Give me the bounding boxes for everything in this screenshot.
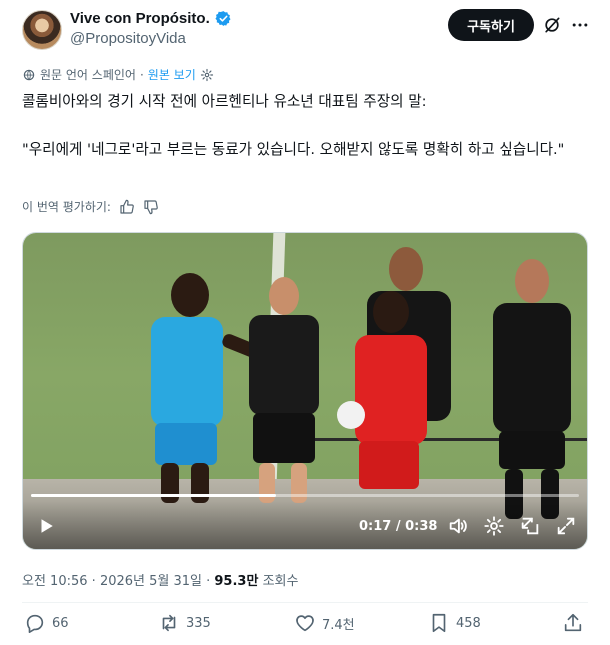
referee-female [239, 277, 329, 527]
reply-count: 66 [52, 615, 69, 631]
display-name[interactable]: Vive con Propósito. [70, 10, 210, 27]
avatar[interactable] [22, 10, 62, 50]
repost-count: 335 [186, 615, 211, 631]
reply-icon [26, 614, 44, 633]
thumbs-down-icon[interactable] [143, 199, 159, 215]
pip-icon[interactable] [519, 515, 541, 537]
divider [22, 602, 588, 603]
view-original-link[interactable]: 원본 보기 [148, 66, 196, 83]
rate-translation-row: 이 번역 평가하기: [22, 198, 159, 215]
share-icon [564, 613, 582, 632]
like-count: 7.4천 [322, 617, 355, 633]
translate-icon [23, 69, 35, 80]
tweet-time[interactable]: 오전 10:56 [22, 574, 88, 589]
video-time: 0:17 / 0:38 [359, 519, 438, 534]
like-icon [296, 615, 314, 632]
thumbs-up-icon[interactable] [119, 199, 135, 215]
bookmark-count: 458 [456, 615, 481, 631]
tweet-meta: 오전 10:56 · 2026년 5월 31일 · 95.3만 조회수 [22, 574, 299, 589]
player-blue [133, 273, 282, 503]
tweet-text: 콜롬비아와의 경기 시작 전에 아르헨티나 유소년 대표팀 주장의 말: "우리… [22, 90, 588, 162]
bookmark-icon [432, 613, 446, 633]
grok-icon[interactable] [542, 15, 562, 35]
bookmark-button[interactable]: 458 [428, 612, 481, 634]
volume-icon[interactable] [447, 515, 469, 537]
rate-translation-label: 이 번역 평가하기: [22, 200, 111, 214]
gear-icon[interactable] [200, 68, 214, 82]
tweet-date[interactable]: 2026년 5월 31일 [100, 574, 202, 589]
repost-button[interactable]: 335 [158, 612, 211, 634]
play-icon[interactable] [37, 517, 55, 535]
video-player[interactable]: 0:17 / 0:38 [22, 232, 588, 550]
translation-row: 원문 언어 스페인어 · 원본 보기 [22, 66, 214, 83]
reply-button[interactable]: 66 [24, 612, 69, 634]
fullscreen-icon[interactable] [555, 515, 577, 537]
subscribe-button[interactable]: 구독하기 [448, 9, 534, 41]
tweet-line-1: 콜롬비아와의 경기 시작 전에 아르헨티나 유소년 대표팀 주장의 말: [22, 93, 427, 110]
more-icon[interactable] [570, 15, 590, 35]
referee-right [481, 259, 581, 529]
verified-icon [215, 11, 231, 26]
repost-icon [162, 614, 176, 632]
tweet-line-2: "우리에게 '네그로'라고 부르는 동료가 있습니다. 오해받지 않도록 명확히… [22, 141, 565, 158]
handle[interactable]: @PropositoyVida [70, 30, 186, 47]
name-row: Vive con Propósito. [70, 10, 232, 27]
tweet-header: Vive con Propósito. @PropositoyVida 구독하기 [22, 8, 592, 52]
translation-source-label: 원문 언어 스페인어 [40, 68, 136, 82]
settings-icon[interactable] [483, 515, 505, 537]
views-label: 조회수 [262, 574, 299, 589]
like-button[interactable]: 7.4천 [294, 612, 355, 634]
action-bar: 66 335 7.4천 458 [22, 612, 588, 640]
video-progress-track[interactable] [31, 494, 579, 497]
share-button[interactable] [562, 612, 584, 634]
video-controls: 0:17 / 0:38 [23, 501, 587, 549]
video-progress-fill [31, 494, 276, 497]
views-count: 95.3만 [214, 574, 259, 589]
